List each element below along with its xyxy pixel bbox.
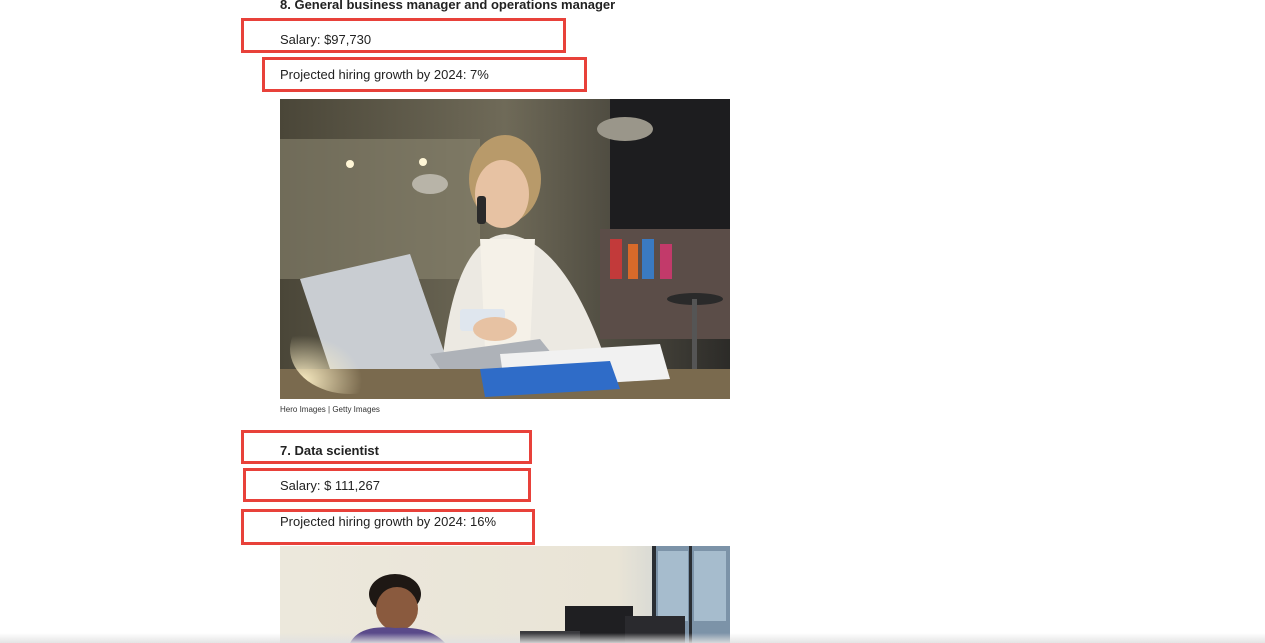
item-7-salary: Salary: $ 111,267 [280,478,380,493]
item-7-growth: Projected hiring growth by 2024: 16% [280,514,497,529]
item-8-growth: Projected hiring growth by 2024: 7% [280,67,489,82]
item-8-salary: Salary: $97,730 [280,32,372,47]
bottom-shadow [0,633,1265,643]
image-credit: Hero Images | Getty Images [280,405,380,414]
item-8-title: 8. General business manager and operatio… [280,0,616,12]
item-7-title: 7. Data scientist [280,443,379,458]
data-scientist-photo [280,546,730,643]
cafe-owner-photo [280,99,730,399]
